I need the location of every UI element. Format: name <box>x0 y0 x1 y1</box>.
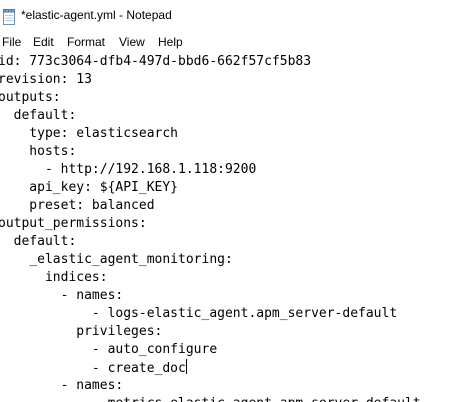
editor-line: api_key: ${API_KEY} <box>0 180 179 195</box>
editor-line: - http://192.168.1.118:9200 <box>0 162 257 177</box>
editor-line: - metrics-elastic_agent.apm_server-defau… <box>0 395 421 402</box>
menu-edit[interactable]: Edit <box>33 35 54 49</box>
menu-format[interactable]: Format <box>67 35 105 49</box>
editor-line: output_permissions: <box>0 216 147 231</box>
window-title: *elastic-agent.yml - Notepad <box>21 8 172 22</box>
editor-line: - names: <box>0 288 124 303</box>
title-bar[interactable]: *elastic-agent.yml - Notepad <box>0 0 449 32</box>
text-caret <box>185 359 187 374</box>
notepad-icon <box>3 9 15 25</box>
menu-help[interactable]: Help <box>158 35 183 49</box>
text-editor[interactable]: id: 773c3064-dfb4-497d-bbd6-662f57cf5b83… <box>0 52 449 402</box>
editor-line: indices: <box>0 270 108 285</box>
editor-line: revision: 13 <box>0 72 92 87</box>
editor-line: - names: <box>0 378 124 393</box>
editor-line: - auto_configure <box>0 342 218 357</box>
editor-line: type: elasticsearch <box>0 126 179 141</box>
menu-view[interactable]: View <box>119 35 145 49</box>
menu-bar: File Edit Format View Help <box>0 32 449 52</box>
editor-line: outputs: <box>0 90 61 105</box>
notepad-window: *elastic-agent.yml - Notepad File Edit F… <box>0 0 449 402</box>
editor-line: - create_doc <box>0 359 187 376</box>
editor-line: hosts: <box>0 144 77 159</box>
editor-line: default: <box>0 234 77 249</box>
editor-line: preset: balanced <box>0 198 155 213</box>
editor-line: id: 773c3064-dfb4-497d-bbd6-662f57cf5b83 <box>0 54 312 69</box>
editor-line: default: <box>0 108 77 123</box>
menu-file[interactable]: File <box>2 35 21 49</box>
editor-line: privileges: <box>0 324 163 339</box>
editor-line: _elastic_agent_monitoring: <box>0 252 233 267</box>
editor-line: - logs-elastic_agent.apm_server-default <box>0 306 398 321</box>
